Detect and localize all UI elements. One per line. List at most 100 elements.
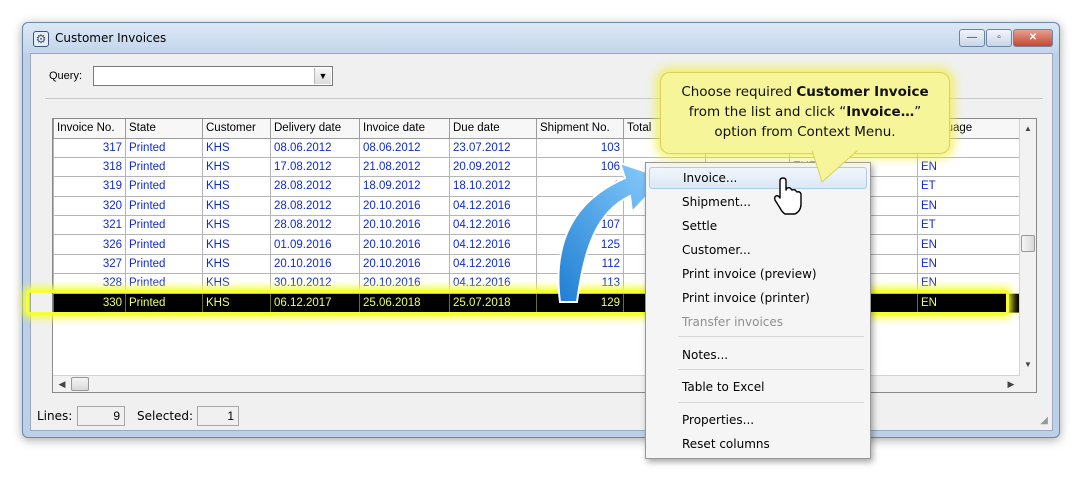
column-header[interactable]: Invoice No. <box>53 119 126 139</box>
table-cell: EN <box>917 195 1021 217</box>
table-row[interactable]: 327 Printed KHS 20.10.2016 20.10.2016 04.12.2… <box>53 253 1021 275</box>
table-cell: Printed <box>125 234 203 255</box>
menu-item-properties[interactable]: Properties... <box>649 409 867 431</box>
empty-cell <box>126 332 203 351</box>
table-row[interactable]: 319 Printed KHS 28.08.2012 18.09.2012 18.10.2… <box>53 176 1021 197</box>
close-button[interactable]: ✕ <box>1013 29 1053 47</box>
menu-item-shipment[interactable]: Shipment... <box>649 191 867 213</box>
vertical-scroll-thumb[interactable] <box>1021 235 1035 252</box>
table-cell: 01.09.2016 <box>270 234 360 255</box>
table-cell: 330 <box>53 292 126 314</box>
table-body: 317 Printed KHS 08.06.2012 08.06.2012 23.07.2… <box>53 137 1021 371</box>
table-row[interactable]: 320 Printed KHS 28.08.2012 20.10.2016 04.12.2… <box>53 195 1021 217</box>
window-controls: — ▫ ✕ <box>959 29 1053 47</box>
table-cell: 18.10.2012 <box>449 176 537 197</box>
horizontal-scroll-thumb[interactable] <box>71 377 89 391</box>
menu-item-print-invoice-printer[interactable]: Print invoice (printer) <box>649 287 867 309</box>
table-cell: 103 <box>536 137 624 158</box>
table-cell: EN <box>917 292 1021 314</box>
table-cell: 04.12.2016 <box>449 195 537 217</box>
table-cell: 30.10.2012 <box>270 273 360 294</box>
column-header[interactable]: Due date <box>449 119 537 139</box>
table-cell: 17.08.2012 <box>270 156 360 178</box>
table-cell: 125 <box>536 234 624 255</box>
column-header[interactable]: State <box>125 119 203 139</box>
table-cell: 320 <box>53 195 126 217</box>
scroll-right-icon[interactable]: ▶ <box>1003 376 1019 392</box>
empty-cell <box>450 351 537 370</box>
window-title: Customer Invoices <box>55 31 167 45</box>
table-cell: Printed <box>125 292 203 314</box>
empty-cell <box>271 351 360 370</box>
menu-item-customer[interactable]: Customer... <box>649 239 867 261</box>
minimize-button[interactable]: — <box>959 29 985 47</box>
callout-line-1: Choose required Customer Invoice <box>681 84 929 100</box>
table-cell: 04.12.2016 <box>449 215 537 236</box>
menu-item-print-invoice-preview[interactable]: Print invoice (preview) <box>649 263 867 285</box>
table-cell: 327 <box>53 253 126 275</box>
table-cell: 06.12.2017 <box>270 292 360 314</box>
menu-item-notes[interactable]: Notes... <box>649 344 867 366</box>
vertical-scrollbar[interactable]: ▲ ▼ <box>1019 119 1036 392</box>
empty-cell <box>203 351 271 370</box>
column-header[interactable]: Delivery date <box>270 119 360 139</box>
table-cell: Printed <box>125 215 203 236</box>
empty-cell <box>54 332 126 351</box>
menu-item-invoice[interactable]: Invoice... <box>649 167 867 189</box>
table-cell: 113 <box>536 273 624 294</box>
title-bar[interactable]: ⚙ Customer Invoices — ▫ ✕ <box>23 23 1059 53</box>
menu-item-reset-columns[interactable]: Reset columns <box>649 433 867 455</box>
table-cell: EN <box>917 234 1021 255</box>
menu-item-settle[interactable]: Settle <box>649 215 867 237</box>
table-cell: 318 <box>53 156 126 178</box>
invoice-grid[interactable]: Invoice No. State Customer Delivery date Inv… <box>52 118 1037 393</box>
horizontal-scrollbar[interactable]: ◀ ▶ <box>53 375 1020 392</box>
callout-line-2: from the list and click “Invoice…” <box>688 104 922 120</box>
table-row[interactable]: 326 Printed KHS 01.09.2016 20.10.2016 04.12.2… <box>53 234 1021 255</box>
empty-row <box>54 313 1021 332</box>
table-row[interactable]: 328 Printed KHS 30.10.2012 20.10.2016 04.12.2… <box>53 273 1021 294</box>
resize-grip-icon[interactable]: ◢ <box>1040 415 1048 426</box>
status-bar: Lines: 9 Selected: 1 ◢ <box>31 402 1052 430</box>
menu-item-table-to-excel[interactable]: Table to Excel <box>649 376 867 398</box>
table-cell: 04.12.2016 <box>449 273 537 294</box>
empty-cell <box>450 332 537 351</box>
maximize-button[interactable]: ▫ <box>986 29 1012 47</box>
selected-label: Selected: <box>137 409 194 423</box>
scroll-up-icon[interactable]: ▲ <box>1020 121 1036 137</box>
empty-cell <box>271 313 360 332</box>
table-cell: KHS <box>202 215 271 236</box>
empty-row <box>54 351 1021 370</box>
table-cell: 20.10.2016 <box>270 253 360 275</box>
empty-cell <box>271 332 360 351</box>
table-cell: 25.06.2018 <box>359 292 450 314</box>
column-header[interactable]: Customer <box>202 119 271 139</box>
table-row[interactable]: 321 Printed KHS 28.08.2012 20.10.2016 04.12.2… <box>53 215 1021 236</box>
empty-cell <box>918 313 1021 332</box>
table-cell: 20.10.2016 <box>359 195 450 217</box>
table-cell: KHS <box>202 234 271 255</box>
table-cell: 1 <box>536 176 624 197</box>
lines-label: Lines: <box>37 409 73 423</box>
empty-cell <box>126 351 203 370</box>
table-cell: KHS <box>202 292 271 314</box>
table-row[interactable]: 330 Printed KHS 06.12.2017 25.06.2018 25.07.2… <box>53 292 1021 314</box>
table-cell: 107 <box>536 215 624 236</box>
table-row[interactable]: 318 Printed KHS 17.08.2012 21.08.2012 20.09.2… <box>53 156 1021 178</box>
table-cell: KHS <box>202 273 271 294</box>
empty-cell <box>537 332 624 351</box>
table-cell: 317 <box>53 137 126 158</box>
empty-cell <box>203 332 271 351</box>
table-cell: 20.10.2016 <box>359 215 450 236</box>
table-cell: 20.10.2016 <box>359 273 450 294</box>
table-cell: 328 <box>53 273 126 294</box>
table-cell: 20.10.2016 <box>359 234 450 255</box>
table-cell: Printed <box>125 176 203 197</box>
column-header[interactable]: Invoice date <box>359 119 450 139</box>
query-combobox[interactable]: ▼ <box>93 66 333 86</box>
scroll-down-icon[interactable]: ▼ <box>1020 357 1036 373</box>
column-header[interactable]: Shipment No. <box>536 119 624 139</box>
table-cell: ET <box>917 176 1021 197</box>
scroll-left-icon[interactable]: ◀ <box>54 376 70 392</box>
chevron-down-icon[interactable]: ▼ <box>314 68 331 84</box>
